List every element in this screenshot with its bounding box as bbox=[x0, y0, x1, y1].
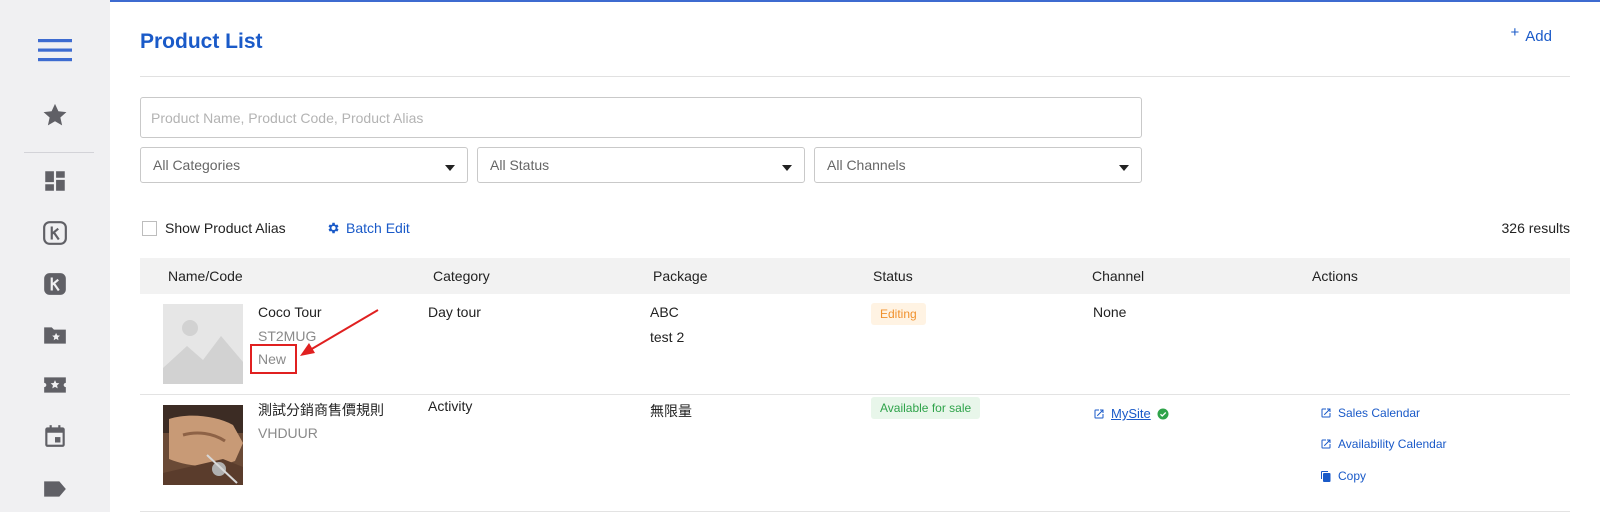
check-circle-icon bbox=[1157, 408, 1169, 419]
category-value: Day tour bbox=[428, 304, 481, 320]
channel-link-mysite[interactable]: MySite bbox=[1093, 406, 1169, 421]
column-header-status: Status bbox=[873, 268, 913, 284]
plus-icon: + bbox=[1510, 24, 1520, 41]
batch-edit-button[interactable]: Batch Edit bbox=[326, 220, 410, 236]
copy-label: Copy bbox=[1338, 469, 1367, 483]
category-select[interactable]: All Categories bbox=[140, 147, 468, 183]
annotation-box bbox=[250, 344, 297, 374]
gear-icon bbox=[328, 222, 339, 234]
list-toolbar: Show Product Alias Batch Edit 326 result… bbox=[140, 218, 1570, 238]
channel-value[interactable]: MySite bbox=[1111, 406, 1151, 421]
main-content: Product List + Add All Categories All St… bbox=[140, 0, 1570, 512]
show-alias-label: Show Product Alias bbox=[165, 220, 286, 236]
package-item: ABC bbox=[650, 304, 679, 320]
calendar-icon[interactable] bbox=[34, 415, 76, 457]
column-header-name: Name/Code bbox=[168, 268, 243, 284]
table-row[interactable]: Coco Tour ST2MUG New Day tour ABC test 2… bbox=[140, 294, 1570, 395]
ticket-star-icon[interactable] bbox=[34, 364, 76, 406]
show-alias-toggle[interactable]: Show Product Alias bbox=[142, 220, 286, 236]
column-header-channel: Channel bbox=[1092, 268, 1145, 284]
results-count: 326 results bbox=[1501, 220, 1570, 236]
column-header-package: Package bbox=[653, 268, 708, 284]
sidebar bbox=[0, 0, 110, 512]
table-row[interactable]: 測試分銷商售價規則 VHDUUR Activity 無限量 Available … bbox=[140, 395, 1570, 512]
status-badge: Available for sale bbox=[871, 397, 981, 419]
package-item: 無限量 bbox=[650, 403, 692, 419]
product-code: VHDUUR bbox=[258, 425, 318, 441]
package-item: test 2 bbox=[650, 329, 685, 345]
column-header-category: Category bbox=[433, 268, 490, 284]
table-header: Name/Code Category Package Status Channe… bbox=[140, 258, 1570, 294]
external-link-icon bbox=[1094, 409, 1104, 418]
chevron-down-icon bbox=[1119, 165, 1129, 171]
availability-calendar-link[interactable]: Availability Calendar bbox=[1320, 437, 1447, 451]
batch-edit-label: Batch Edit bbox=[346, 220, 410, 236]
category-select-value: All Categories bbox=[153, 157, 241, 173]
status-select[interactable]: All Status bbox=[477, 147, 805, 183]
dashboard-icon[interactable] bbox=[34, 160, 76, 202]
k-filled-icon[interactable] bbox=[34, 263, 76, 305]
copy-link[interactable]: Copy bbox=[1320, 469, 1366, 483]
menu-icon[interactable] bbox=[34, 29, 76, 71]
external-link-icon bbox=[1321, 408, 1331, 418]
sales-calendar-label: Sales Calendar bbox=[1338, 406, 1421, 420]
show-alias-checkbox[interactable] bbox=[142, 220, 157, 236]
image-placeholder-icon bbox=[163, 304, 243, 384]
column-header-actions: Actions bbox=[1312, 268, 1358, 284]
channel-select[interactable]: All Channels bbox=[814, 147, 1142, 183]
add-button[interactable]: + Add bbox=[1511, 24, 1552, 45]
channel-value: None bbox=[1093, 304, 1127, 320]
sales-calendar-link[interactable]: Sales Calendar bbox=[1320, 406, 1420, 420]
annotation-arrow bbox=[300, 309, 379, 356]
product-name[interactable]: 測試分銷商售價規則 bbox=[258, 400, 384, 420]
category-value: Activity bbox=[428, 398, 473, 414]
chevron-down-icon bbox=[445, 165, 455, 171]
channel-select-value: All Channels bbox=[827, 157, 906, 173]
chevron-down-icon bbox=[782, 165, 792, 171]
title-divider bbox=[140, 76, 1570, 77]
star-icon[interactable] bbox=[34, 94, 76, 136]
status-badge: Editing bbox=[871, 303, 926, 325]
product-thumbnail bbox=[163, 405, 243, 485]
external-link-icon bbox=[1321, 439, 1331, 449]
search-input[interactable] bbox=[140, 97, 1142, 138]
add-label: Add bbox=[1525, 28, 1552, 45]
availability-calendar-label: Availability Calendar bbox=[1338, 437, 1447, 451]
status-select-value: All Status bbox=[490, 157, 550, 173]
k-outline-icon[interactable] bbox=[34, 212, 76, 254]
page-title: Product List bbox=[140, 30, 263, 53]
label-icon[interactable] bbox=[34, 468, 76, 510]
copy-icon bbox=[1321, 470, 1331, 482]
sidebar-divider bbox=[24, 152, 94, 153]
folder-star-icon[interactable] bbox=[34, 314, 76, 356]
